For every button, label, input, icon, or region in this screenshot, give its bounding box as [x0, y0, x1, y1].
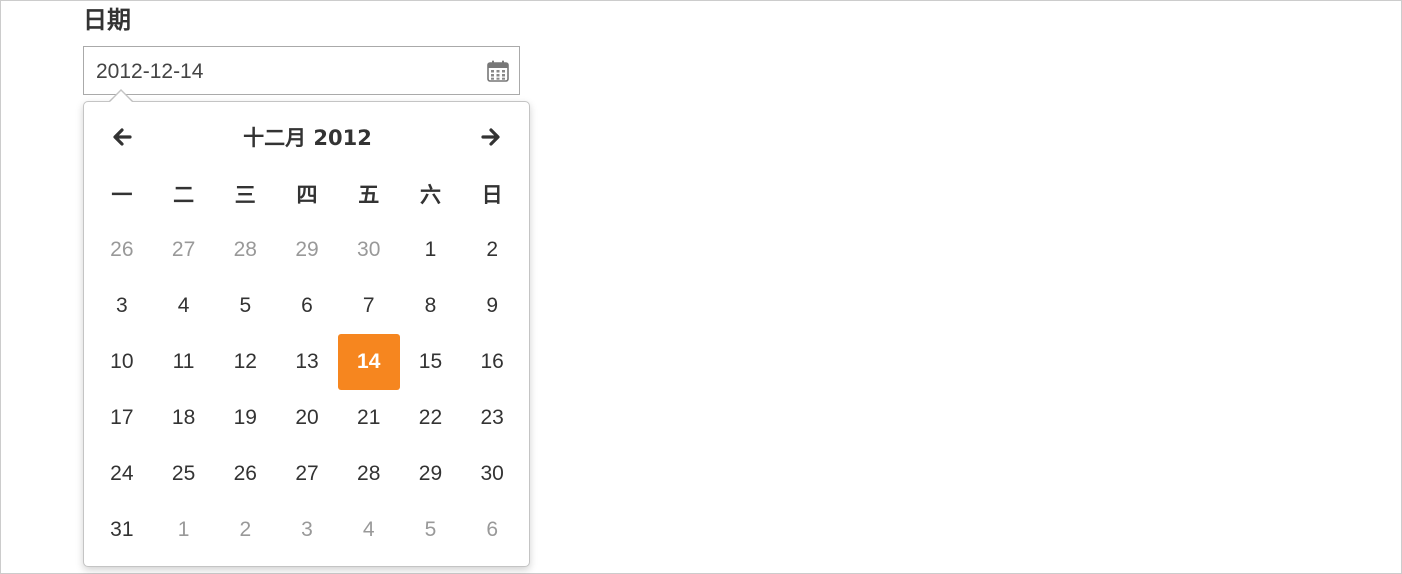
prev-month-button[interactable] — [102, 122, 142, 156]
day-cell[interactable]: 15 — [400, 334, 462, 390]
calendar-weeks: 26 27 28 29 30 1 2 3 4 5 6 7 8 9 10 11 12 13 14 15 16 17 18 19 2… — [91, 222, 523, 558]
date-input-value[interactable]: 2012-12-14 — [96, 59, 203, 85]
day-cell[interactable]: 4 — [153, 278, 215, 334]
day-cell[interactable]: 22 — [400, 390, 462, 446]
date-input[interactable]: 2012-12-14 — [83, 46, 520, 95]
arrow-right-icon[interactable] — [479, 125, 503, 154]
day-cell[interactable]: 18 — [153, 390, 215, 446]
selected-day-cell[interactable]: 14 — [337, 334, 400, 390]
weekday-label: 五 — [358, 183, 380, 207]
calendar-week-row: 24 25 26 27 28 29 30 — [91, 446, 523, 502]
calendar-icon[interactable] — [486, 59, 510, 83]
calendar-week-row: 17 18 19 20 21 22 23 — [91, 390, 523, 446]
day-cell[interactable]: 13 — [276, 334, 338, 390]
day-cell[interactable]: 30 — [461, 446, 523, 502]
other-month-day-cell[interactable]: 1 — [153, 502, 215, 558]
calendar-week-row: 26 27 28 29 30 1 2 — [91, 222, 523, 278]
day-cell[interactable]: 9 — [461, 278, 523, 334]
other-month-day-cell[interactable]: 5 — [400, 502, 462, 558]
other-month-day-cell[interactable]: 30 — [338, 222, 400, 278]
day-cell[interactable]: 19 — [214, 390, 276, 446]
day-cell[interactable]: 16 — [461, 334, 523, 390]
day-cell[interactable]: 6 — [276, 278, 338, 334]
calendar-week-row: 3456789 — [91, 278, 523, 334]
calendar-week-row: 10 11 12 13 14 15 16 — [91, 334, 523, 390]
day-cell[interactable]: 17 — [91, 390, 153, 446]
weekday-label: 六 — [419, 183, 441, 207]
day-cell[interactable]: 26 — [214, 446, 276, 502]
day-cell[interactable]: 3 — [91, 278, 153, 334]
day-cell[interactable]: 11 — [153, 334, 215, 390]
day-cell[interactable]: 28 — [338, 446, 400, 502]
day-cell[interactable]: 12 — [214, 334, 276, 390]
date-field-label: 日期 — [83, 6, 131, 34]
day-cell[interactable]: 7 — [338, 278, 400, 334]
day-cell[interactable]: 29 — [400, 446, 462, 502]
other-month-day-cell[interactable]: 6 — [461, 502, 523, 558]
day-cell[interactable]: 8 — [400, 278, 462, 334]
day-cell[interactable]: 23 — [461, 390, 523, 446]
calendar-grid: 一 二 三 四 五 六 日 26 27 28 29 30 1 2 3 4 5 6 7 8 9 10 11 12 1… — [91, 166, 523, 558]
day-cell[interactable]: 27 — [276, 446, 338, 502]
day-cell[interactable]: 1 — [400, 222, 462, 278]
other-month-day-cell[interactable]: 28 — [214, 222, 276, 278]
day-cell[interactable]: 2 — [461, 222, 523, 278]
day-cell[interactable]: 20 — [276, 390, 338, 446]
day-cell[interactable]: 10 — [91, 334, 153, 390]
weekday-label: 二 — [173, 183, 195, 207]
weekday-header-row: 一 二 三 四 五 六 日 — [91, 166, 523, 222]
next-month-button[interactable] — [471, 122, 511, 156]
other-month-day-cell[interactable]: 26 — [91, 222, 153, 278]
weekday-label: 三 — [234, 183, 256, 207]
day-cell[interactable]: 25 — [153, 446, 215, 502]
calendar-week-row: 31 1 2 3 4 5 6 — [91, 502, 523, 558]
day-cell[interactable]: 24 — [91, 446, 153, 502]
other-month-day-cell[interactable]: 2 — [214, 502, 276, 558]
weekday-label: 四 — [296, 183, 318, 207]
datepicker-popup: 十二月 2012 一 二 三 四 五 六 日 26 27 28 29 30 1 2 3 4 5 6 7… — [83, 101, 530, 567]
weekday-label: 一 — [111, 183, 133, 207]
popup-caret-fill — [109, 91, 133, 103]
month-title[interactable]: 十二月 2012 — [184, 124, 431, 152]
weekday-label: 日 — [481, 183, 503, 207]
page-frame: 日期 2012-12-14 十二月 2012 一 二 三 四 五 六 日 26 … — [0, 0, 1402, 574]
day-cell[interactable]: 21 — [338, 390, 400, 446]
day-cell[interactable]: 31 — [91, 502, 153, 558]
other-month-day-cell[interactable]: 27 — [153, 222, 215, 278]
other-month-day-cell[interactable]: 3 — [276, 502, 338, 558]
day-cell[interactable]: 5 — [214, 278, 276, 334]
other-month-day-cell[interactable]: 4 — [338, 502, 400, 558]
arrow-left-icon[interactable] — [110, 125, 134, 154]
other-month-day-cell[interactable]: 29 — [276, 222, 338, 278]
